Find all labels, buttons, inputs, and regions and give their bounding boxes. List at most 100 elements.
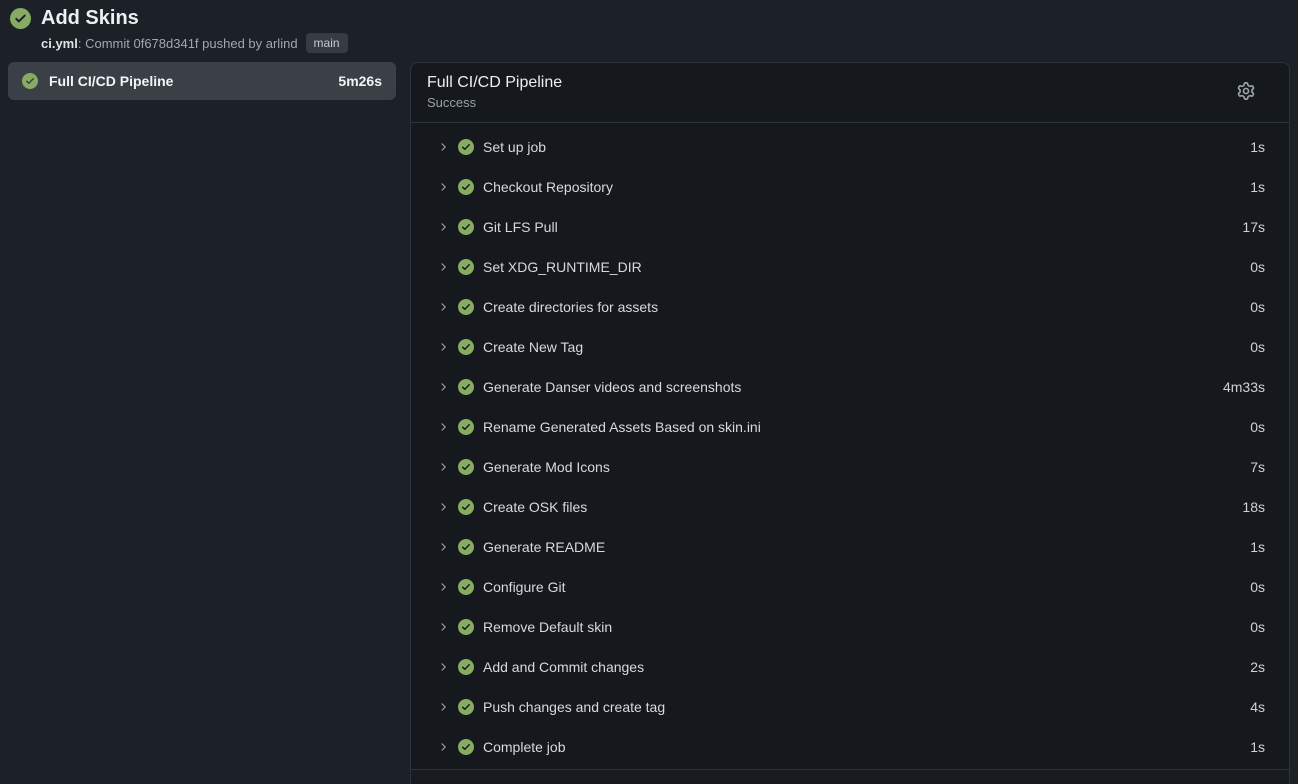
step-row-15[interactable]: Push changes and create tag 4s: [411, 687, 1289, 727]
chevron-right-icon[interactable]: [437, 141, 449, 153]
step-success-check-circle-icon: [458, 659, 474, 675]
step-success-check-circle-icon: [458, 619, 474, 635]
step-success-check-circle-icon: [458, 419, 474, 435]
step-duration: 1s: [1250, 539, 1265, 555]
step-duration: 4s: [1250, 699, 1265, 715]
job-settings-button[interactable]: [1233, 78, 1259, 107]
step-name: Rename Generated Assets Based on skin.in…: [483, 419, 1241, 435]
step-duration: 0s: [1250, 619, 1265, 635]
run-body: Full CI/CD Pipeline 5m26s Full CI/CD Pip…: [8, 62, 1290, 784]
run-header: Add Skins ci.yml: Commit 0f678d341f push…: [8, 7, 1290, 53]
jobs-sidebar: Full CI/CD Pipeline 5m26s: [8, 62, 396, 100]
step-row-6[interactable]: Create New Tag 0s: [411, 327, 1289, 367]
step-duration: 1s: [1250, 179, 1265, 195]
step-name: Configure Git: [483, 579, 1241, 595]
step-name: Complete job: [483, 739, 1241, 755]
step-duration: 0s: [1250, 299, 1265, 315]
step-name: Set up job: [483, 139, 1241, 155]
step-success-check-circle-icon: [458, 219, 474, 235]
step-row-11[interactable]: Generate README 1s: [411, 527, 1289, 567]
actions-run-page: Add Skins ci.yml: Commit 0f678d341f push…: [0, 0, 1298, 784]
step-name: Create directories for assets: [483, 299, 1241, 315]
step-row-13[interactable]: Remove Default skin 0s: [411, 607, 1289, 647]
step-name: Git LFS Pull: [483, 219, 1233, 235]
step-success-check-circle-icon: [458, 179, 474, 195]
step-success-check-circle-icon: [458, 299, 474, 315]
panel-header-text: Full CI/CD Pipeline Success: [427, 74, 562, 110]
step-duration: 0s: [1250, 579, 1265, 595]
step-duration: 0s: [1250, 259, 1265, 275]
chevron-right-icon[interactable]: [437, 301, 449, 313]
step-name: Set XDG_RUNTIME_DIR: [483, 259, 1241, 275]
step-success-check-circle-icon: [458, 499, 474, 515]
run-title: Add Skins: [41, 7, 348, 30]
step-row-7[interactable]: Generate Danser videos and screenshots 4…: [411, 367, 1289, 407]
chevron-right-icon[interactable]: [437, 221, 449, 233]
step-duration: 0s: [1250, 339, 1265, 355]
step-success-check-circle-icon: [458, 459, 474, 475]
chevron-right-icon[interactable]: [437, 621, 449, 633]
step-duration: 0s: [1250, 419, 1265, 435]
step-duration: 1s: [1250, 139, 1265, 155]
job-detail-panel: Full CI/CD Pipeline Success: [410, 62, 1290, 784]
branch-badge[interactable]: main: [306, 33, 348, 53]
step-row-4[interactable]: Set XDG_RUNTIME_DIR 0s: [411, 247, 1289, 287]
step-name: Create New Tag: [483, 339, 1241, 355]
job-card-full-ci-cd-pipeline[interactable]: Full CI/CD Pipeline 5m26s: [8, 62, 396, 100]
step-name: Remove Default skin: [483, 619, 1241, 635]
step-duration: 4m33s: [1223, 379, 1265, 395]
chevron-right-icon[interactable]: [437, 701, 449, 713]
chevron-right-icon[interactable]: [437, 501, 449, 513]
step-row-3[interactable]: Git LFS Pull 17s: [411, 207, 1289, 247]
step-duration: 18s: [1242, 499, 1265, 515]
chevron-right-icon[interactable]: [437, 461, 449, 473]
step-row-2[interactable]: Checkout Repository 1s: [411, 167, 1289, 207]
chevron-right-icon[interactable]: [437, 581, 449, 593]
chevron-right-icon[interactable]: [437, 661, 449, 673]
workflow-file-name: ci.yml: [41, 36, 78, 51]
step-success-check-circle-icon: [458, 579, 474, 595]
step-name: Checkout Repository: [483, 179, 1241, 195]
panel-job-status: Success: [427, 95, 562, 110]
step-row-14[interactable]: Add and Commit changes 2s: [411, 647, 1289, 687]
chevron-right-icon[interactable]: [437, 341, 449, 353]
step-success-check-circle-icon: [458, 379, 474, 395]
chevron-right-icon[interactable]: [437, 381, 449, 393]
step-row-9[interactable]: Generate Mod Icons 7s: [411, 447, 1289, 487]
gear-icon: [1237, 82, 1255, 103]
job-name: Full CI/CD Pipeline: [49, 73, 327, 89]
chevron-right-icon[interactable]: [437, 181, 449, 193]
step-name: Create OSK files: [483, 499, 1233, 515]
chevron-right-icon[interactable]: [437, 421, 449, 433]
panel-header: Full CI/CD Pipeline Success: [411, 63, 1289, 123]
run-subtitle: ci.yml: Commit 0f678d341f pushed by arli…: [41, 33, 348, 53]
step-duration: 7s: [1250, 459, 1265, 475]
step-duration: 17s: [1242, 219, 1265, 235]
step-success-check-circle-icon: [458, 139, 474, 155]
chevron-right-icon[interactable]: [437, 261, 449, 273]
run-header-text: Add Skins ci.yml: Commit 0f678d341f push…: [41, 7, 348, 53]
step-row-5[interactable]: Create directories for assets 0s: [411, 287, 1289, 327]
step-row-16[interactable]: Complete job 1s: [411, 727, 1289, 767]
step-row-12[interactable]: Configure Git 0s: [411, 567, 1289, 607]
job-duration: 5m26s: [338, 73, 382, 89]
step-success-check-circle-icon: [458, 539, 474, 555]
step-name: Add and Commit changes: [483, 659, 1241, 675]
step-row-10[interactable]: Create OSK files 18s: [411, 487, 1289, 527]
step-name: Push changes and create tag: [483, 699, 1241, 715]
step-row-8[interactable]: Rename Generated Assets Based on skin.in…: [411, 407, 1289, 447]
step-duration: 1s: [1250, 739, 1265, 755]
step-name: Generate Mod Icons: [483, 459, 1241, 475]
step-row-1[interactable]: Set up job 1s: [411, 127, 1289, 167]
commit-message: : Commit 0f678d341f pushed by arlind: [78, 36, 298, 51]
step-success-check-circle-icon: [458, 699, 474, 715]
panel-footer-divider: [411, 769, 1289, 783]
chevron-right-icon[interactable]: [437, 741, 449, 753]
job-success-check-circle-icon: [22, 73, 38, 89]
step-success-check-circle-icon: [458, 259, 474, 275]
run-commit-text: ci.yml: Commit 0f678d341f pushed by arli…: [41, 36, 298, 51]
step-duration: 2s: [1250, 659, 1265, 675]
step-name: Generate Danser videos and screenshots: [483, 379, 1214, 395]
run-success-check-circle-icon: [10, 8, 31, 29]
chevron-right-icon[interactable]: [437, 541, 449, 553]
